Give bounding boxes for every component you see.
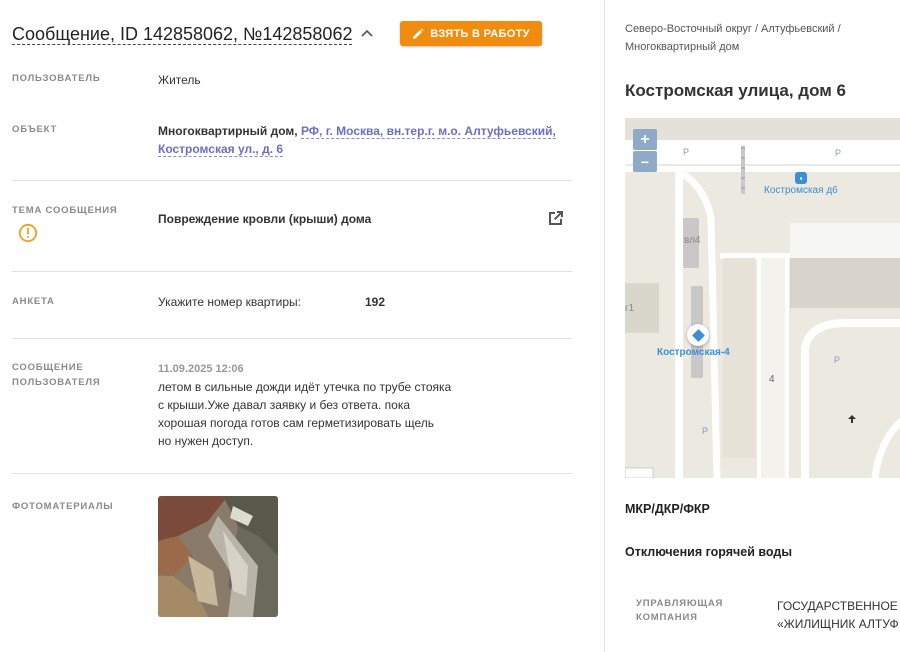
marker-label: Костромская-4 — [657, 347, 730, 358]
divider — [12, 338, 572, 339]
message-label-line2: ПОЛЬЗОВАТЕЛЯ — [12, 377, 101, 388]
photo-thumbnail[interactable] — [158, 496, 278, 617]
map-view[interactable]: + − P P P P ▪ Костромская д6 вл4 4 г1 Ко… — [625, 118, 900, 478]
object-address-link[interactable]: РФ, г. Москва, вн.тер.г. м.о. Алтуфьевск… — [300, 124, 556, 139]
message-header: Сообщение, ID 142858062, №142858062 — [12, 20, 376, 48]
open-external-icon[interactable] — [546, 208, 566, 228]
marker-diamond — [691, 328, 705, 342]
take-to-work-label: ВЗЯТЬ В РАБОТУ — [430, 27, 530, 40]
object-value: Многоквартирный дом, РФ, г. Москва, вн.т… — [158, 122, 568, 158]
warning-icon — [18, 223, 38, 243]
form-question: Укажите номер квартиры: — [158, 295, 302, 309]
topic-value: Повреждение кровли (крыши) дома — [158, 212, 372, 226]
message-panel: Сообщение, ID 142858062, №142858062 ВЗЯТ… — [0, 0, 604, 652]
parking-icon: P — [683, 147, 690, 157]
mc-label-line1: УПРАВЛЯЮЩАЯ — [636, 598, 724, 609]
bus-stop-icon: ▪ — [795, 172, 807, 184]
mc-value-line1: ГОСУДАРСТВЕННОЕ Б — [777, 599, 900, 613]
location-marker-icon[interactable] — [687, 324, 709, 346]
breadcrumb-line2: Многоквартирный дом — [625, 41, 740, 53]
mc-value-line2: «ЖИЛИЩНИК АЛТУФ — [777, 617, 899, 631]
object-type: Многоквартирный дом, — [158, 124, 298, 138]
message-line: но нужен доступ. — [158, 434, 254, 448]
management-company-value: ГОСУДАРСТВЕННОЕ Б «ЖИЛИЩНИК АЛТУФ — [777, 597, 900, 633]
message-label-line1: СООБЩЕНИЕ — [12, 362, 84, 373]
mc-label-line2: КОМПАНИЯ — [636, 612, 698, 623]
location-panel: Северо-Восточный округ / Алтуфьевский / … — [605, 0, 900, 652]
divider — [12, 271, 572, 272]
chevron-up-icon[interactable] — [358, 25, 376, 43]
zoom-in-button[interactable]: + — [633, 129, 657, 150]
building-label: г1 — [625, 303, 635, 314]
parking-icon: P — [702, 426, 709, 436]
divider — [12, 180, 572, 181]
bus-stop-label: Костромская д6 — [764, 185, 838, 196]
topic-label: ТЕМА СООБЩЕНИЯ — [12, 205, 118, 216]
map-canvas — [625, 118, 900, 478]
user-label: ПОЛЬЗОВАТЕЛЬ — [12, 73, 101, 84]
message-line: летом в сильные дожди идёт утечка по тру… — [158, 380, 452, 394]
message-line: с крыши.Уже давал заявку и без ответа. п… — [158, 398, 411, 412]
photo-image — [158, 496, 278, 617]
user-value: Житель — [158, 73, 201, 87]
section-hot-water[interactable]: Отключения горячей воды — [625, 545, 792, 559]
zoom-out-button[interactable]: − — [633, 151, 657, 172]
object-label: ОБЪЕКТ — [12, 124, 58, 135]
message-date: 11.09.2025 12:06 — [158, 363, 244, 375]
address-title: Костромская улица, дом 6 — [625, 81, 847, 100]
breadcrumb: Северо-Восточный округ / Алтуфьевский / … — [625, 20, 895, 56]
section-repairs[interactable]: МКР/ДКР/ФКР — [625, 502, 710, 516]
building-label: 4 — [769, 374, 775, 385]
divider — [12, 473, 572, 474]
parking-icon: P — [835, 148, 842, 158]
take-to-work-button[interactable]: ВЗЯТЬ В РАБОТУ — [400, 21, 542, 46]
photos-label: ФОТОМАТЕРИАЛЫ — [12, 501, 114, 512]
form-answer: 192 — [365, 295, 386, 309]
parking-icon: P — [834, 355, 841, 365]
breadcrumb-line1: Северо-Восточный округ / Алтуфьевский / — [625, 23, 841, 35]
form-label: АНКЕТА — [12, 296, 55, 307]
poi-icon — [848, 415, 856, 423]
management-company-label: УПРАВЛЯЮЩАЯ КОМПАНИЯ — [636, 597, 723, 625]
building-label: вл4 — [684, 235, 701, 246]
message-label: СООБЩЕНИЕ ПОЛЬЗОВАТЕЛЯ — [12, 360, 100, 390]
message-line: хорошая погода готов сам герметизировать… — [158, 416, 434, 430]
message-body: 11.09.2025 12:06 летом в сильные дожди и… — [158, 360, 478, 450]
pencil-icon — [413, 28, 424, 39]
object-address-link-2[interactable]: Костромская ул., д. 6 — [158, 142, 284, 157]
message-title[interactable]: Сообщение, ID 142858062, №142858062 — [12, 24, 353, 45]
